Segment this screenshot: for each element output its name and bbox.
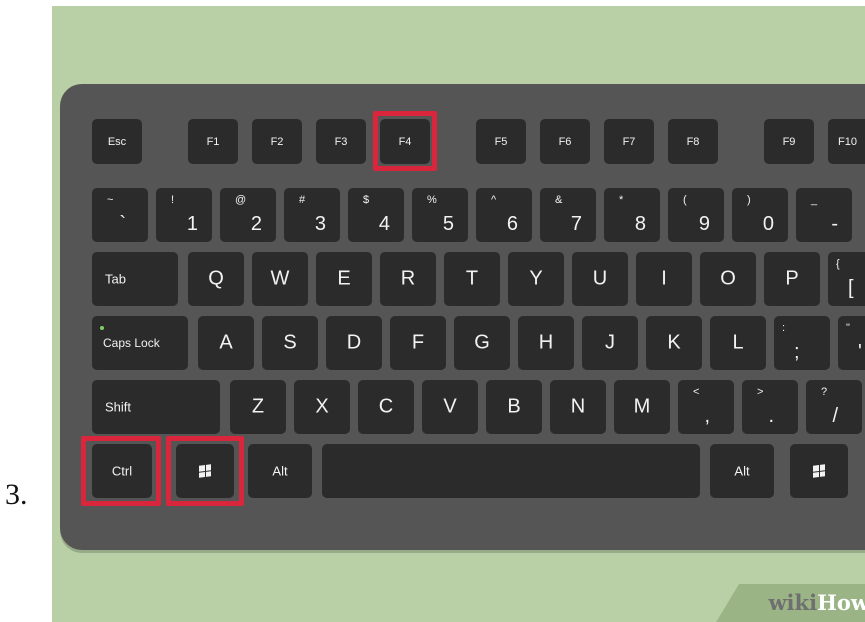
windows-logo-icon <box>813 464 825 478</box>
key-k: K <box>646 316 702 370</box>
key-l: L <box>710 316 766 370</box>
key-c: C <box>358 380 414 434</box>
key-p: P <box>764 252 820 306</box>
key-alt-left: Alt <box>248 444 312 498</box>
key-o: O <box>700 252 756 306</box>
key-y: Y <box>508 252 564 306</box>
key-alt-right: Alt <box>710 444 774 498</box>
key-period: >. <box>742 380 798 434</box>
key-e: E <box>316 252 372 306</box>
key-f: F <box>390 316 446 370</box>
key-6: ^ 6 <box>476 188 532 242</box>
key-a: A <box>198 316 254 370</box>
key-f5: F5 <box>476 119 526 164</box>
key-1: ! 1 <box>156 188 212 242</box>
key-g: G <box>454 316 510 370</box>
wikihow-watermark: wikiHow <box>715 584 865 622</box>
key-f1: F1 <box>188 119 238 164</box>
keyboard: Esc F1 F2 F3 F4 F5 F6 F7 F8 F9 F10 ~ ` ! 1… <box>60 84 865 550</box>
key-t: T <box>444 252 500 306</box>
key-esc: Esc <box>92 119 142 164</box>
key-minus: _ - <box>796 188 852 242</box>
key-3: #3 <box>284 188 340 242</box>
key-j: J <box>582 316 638 370</box>
key-f3: F3 <box>316 119 366 164</box>
key-d: D <box>326 316 382 370</box>
key-f7: F7 <box>604 119 654 164</box>
ctrl-key-highlight <box>81 436 161 506</box>
key-f8: F8 <box>668 119 718 164</box>
key-space <box>322 444 700 498</box>
key-n: N <box>550 380 606 434</box>
key-windows-right <box>790 444 848 498</box>
key-i: I <box>636 252 692 306</box>
key-bracket: {[ <box>828 252 865 306</box>
key-backtick: ~ ` <box>92 188 148 242</box>
key-quote: " ' <box>838 316 865 370</box>
key-v: V <box>422 380 478 434</box>
key-h: H <box>518 316 574 370</box>
key-5: % 5 <box>412 188 468 242</box>
key-slash: ? / <box>806 380 862 434</box>
key-f6: F6 <box>540 119 590 164</box>
key-comma: <, <box>678 380 734 434</box>
key-shift-left: Shift <box>92 380 220 434</box>
step-number: 3. <box>5 478 28 511</box>
key-z: Z <box>230 380 286 434</box>
key-s: S <box>262 316 318 370</box>
key-9: (9 <box>668 188 724 242</box>
key-u: U <box>572 252 628 306</box>
key-x: X <box>294 380 350 434</box>
key-f2: F2 <box>252 119 302 164</box>
key-7: & 7 <box>540 188 596 242</box>
key-q: Q <box>188 252 244 306</box>
key-semicolon: :; <box>774 316 830 370</box>
key-b: B <box>486 380 542 434</box>
key-w: W <box>252 252 308 306</box>
key-capslock: Caps Lock <box>92 316 188 370</box>
key-m: M <box>614 380 670 434</box>
key-0: ) 0 <box>732 188 788 242</box>
windows-key-highlight <box>166 436 244 506</box>
wikihow-logo: wikiHow <box>768 590 865 615</box>
key-2: @2 <box>220 188 276 242</box>
key-f9: F9 <box>764 119 814 164</box>
capslock-indicator-light <box>100 326 104 330</box>
key-4: $4 <box>348 188 404 242</box>
key-f10: F10 <box>828 119 865 164</box>
key-r: R <box>380 252 436 306</box>
key-8: * 8 <box>604 188 660 242</box>
illustration-panel: Esc F1 F2 F3 F4 F5 F6 F7 F8 F9 F10 ~ ` ! 1… <box>52 6 865 622</box>
f4-key-highlight <box>373 111 437 171</box>
key-tab: Tab <box>92 252 178 306</box>
